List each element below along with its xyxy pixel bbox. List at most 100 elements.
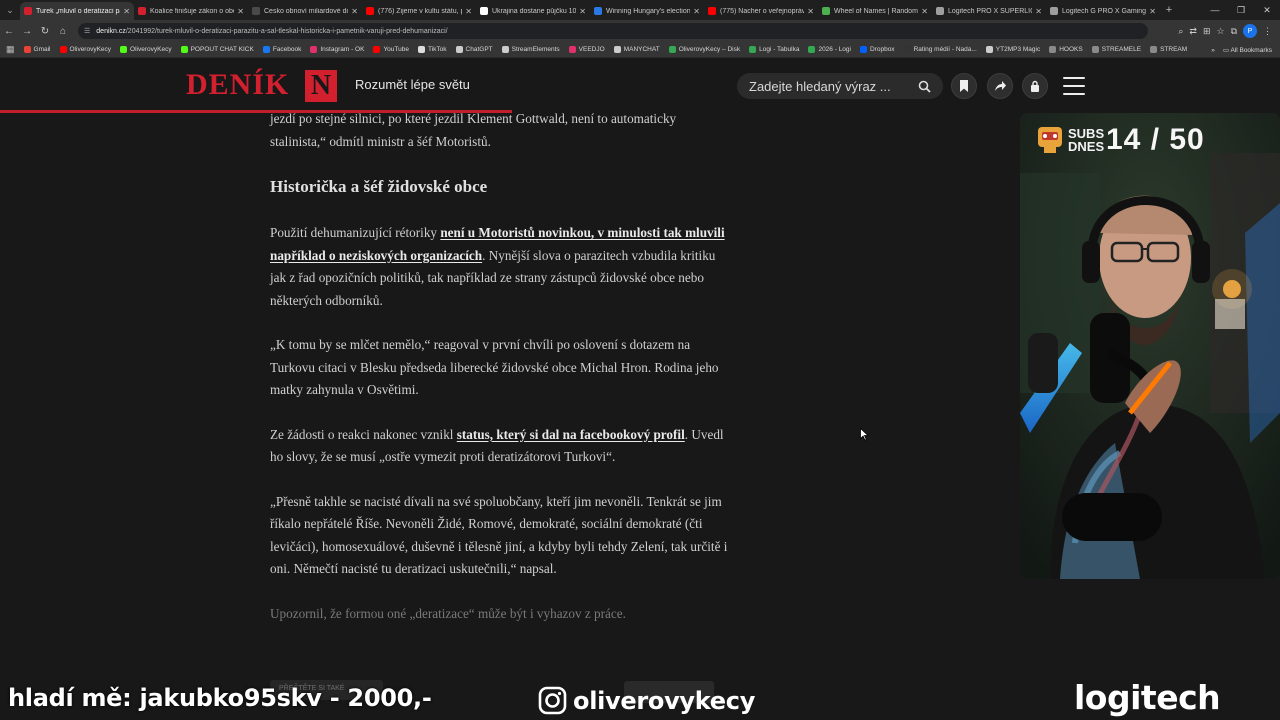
bookmark-item[interactable]: OliverovyKecy – Disk (668, 46, 740, 53)
url-domain: denikn.cz (96, 27, 126, 35)
tab-favicon-icon (252, 7, 260, 15)
tab-close-icon[interactable]: ✕ (693, 7, 700, 16)
bookmark-item[interactable]: Gmail (23, 46, 51, 53)
account-button[interactable] (1022, 73, 1048, 99)
tab-close-icon[interactable]: ✕ (123, 7, 130, 16)
more-bookmarks-icon[interactable]: » (1211, 47, 1215, 54)
install-icon[interactable]: ⊞ (1203, 26, 1211, 37)
bookmark-favicon-icon (120, 46, 128, 53)
bookmark-item[interactable]: HOOKS (1049, 46, 1083, 53)
site-search-field[interactable]: Zadejte hledaný výraz ... (737, 73, 943, 99)
bookmark-item[interactable]: ChatGPT (455, 46, 493, 53)
site-logo-n[interactable]: N (305, 70, 337, 102)
bookmark-item[interactable]: YT2MP3 Magic (985, 46, 1040, 53)
bookmark-item[interactable]: Rating médií - Nada... (903, 46, 977, 53)
forward-icon[interactable]: → (18, 26, 36, 37)
tab-title: (776) Žijeme v kultu státu, po (378, 7, 463, 15)
profile-avatar[interactable]: P (1243, 24, 1257, 38)
translate-icon[interactable]: ⇄ (1189, 26, 1197, 37)
browser-tab[interactable]: Winning Hungary's election h ✕ (590, 2, 704, 20)
url-path: /2041992/turek-mluvil-o-deratizaci-paraz… (125, 27, 448, 35)
bookmark-favicon-icon (455, 46, 463, 53)
bookmark-item[interactable]: YouTube (373, 46, 409, 53)
tab-close-icon[interactable]: ✕ (465, 7, 472, 16)
reload-icon[interactable]: ↻ (36, 26, 54, 37)
hamburger-menu-icon[interactable] (1063, 77, 1085, 95)
browser-tab[interactable]: Koalice finišuje zákon o obec ✕ (134, 2, 248, 20)
tab-close-icon[interactable]: ✕ (351, 7, 358, 16)
bookmark-item[interactable]: STREAMELE (1091, 46, 1141, 53)
browser-tab[interactable]: Logitech G PRO X Gaming He✕ (1046, 2, 1160, 20)
bookmark-item[interactable]: Logi - Tabulka (749, 46, 799, 53)
bookmark-star-icon[interactable]: ☆ (1216, 26, 1224, 37)
bookmarks-bar-right: » ▭ All Bookmarks (1211, 42, 1272, 58)
maximize-icon[interactable]: ❐ (1228, 0, 1254, 20)
tab-search-icon[interactable]: ⌄ (0, 0, 20, 20)
bookmark-label: Instagram - OK (320, 46, 365, 53)
tab-favicon-icon (822, 7, 830, 15)
paragraph-3-link[interactable]: status, který si dal na facebookový prof… (457, 427, 685, 442)
tab-close-icon[interactable]: ✕ (921, 7, 928, 16)
section-heading: Historička a šéf židovské obce (270, 177, 488, 196)
search-icon[interactable] (918, 80, 931, 93)
sponsor-logo: logitech (1074, 678, 1221, 717)
browser-tab[interactable]: (776) Žijeme v kultu státu, po ✕ (362, 2, 476, 20)
tab-close-icon[interactable]: ✕ (237, 7, 244, 16)
mouse-cursor-icon (860, 428, 869, 441)
lock-icon (1031, 80, 1039, 92)
bookmark-item[interactable]: OliverovyKecy (120, 46, 172, 53)
browser-menu-icon[interactable]: ⋮ (1263, 26, 1272, 37)
browser-tab[interactable]: Logitech PRO X SUPERLIGHT✕ (932, 2, 1046, 20)
share-button[interactable] (987, 73, 1013, 99)
stream-bottom-bar: hladí mě: jakubko95skv - 2000,- oliverov… (0, 676, 1280, 720)
search-placeholder: Zadejte hledaný výraz ... (749, 78, 891, 94)
tab-close-icon[interactable]: ✕ (579, 7, 586, 16)
bookmark-favicon-icon (262, 46, 270, 53)
browser-tab[interactable]: Ukrajina dostane půjčku 105 r ✕ (476, 2, 590, 20)
tab-close-icon[interactable]: ✕ (1035, 7, 1042, 16)
home-icon[interactable]: ⌂ (54, 26, 72, 37)
bookmark-item[interactable]: StreamElements (501, 46, 560, 53)
bookmark-item[interactable]: TikTok (417, 46, 447, 53)
new-tab-icon[interactable]: + (1160, 4, 1178, 16)
address-bar[interactable]: ☰ denikn.cz/2041992/turek-mluvil-o-derat… (78, 23, 1148, 39)
bookmark-item[interactable]: OliverovyKecy (59, 46, 111, 53)
minimize-icon[interactable]: — (1202, 0, 1228, 20)
zoom-icon[interactable]: ⌕ (1178, 26, 1183, 37)
bookmark-favicon-icon (1049, 46, 1057, 53)
site-header: DENÍK N Rozumět lépe světu Zadejte hleda… (0, 58, 1280, 112)
browser-tab[interactable]: (775) Nacher o veřejnoprávní ✕ (704, 2, 818, 20)
bookmark-item[interactable]: VEEDJO (568, 46, 605, 53)
browser-tab[interactable]: Česko obnoví miliardové dota ✕ (248, 2, 362, 20)
bookmark-item[interactable]: Facebook (262, 46, 301, 53)
close-window-icon[interactable]: ✕ (1254, 0, 1280, 20)
browser-tab-strip: ⌄ Turek „mluvil o deratizaci para ✕ Koalic… (0, 0, 1280, 20)
back-icon[interactable]: ← (0, 26, 18, 37)
bookmark-favicon-icon (310, 46, 318, 53)
saved-articles-button[interactable] (951, 73, 977, 99)
bookmark-item[interactable]: Instagram - OK (310, 46, 364, 53)
browser-tab[interactable]: Turek „mluvil o deratizaci para ✕ (20, 2, 134, 20)
tab-close-icon[interactable]: ✕ (807, 7, 814, 16)
site-logo[interactable]: DENÍK (186, 68, 289, 102)
bookmark-label: TikTok (427, 46, 447, 53)
bookmark-item[interactable]: POPOUT CHAT KICK (180, 46, 254, 53)
bookmark-item[interactable]: 2026 - Logi (808, 46, 851, 53)
bookmark-item[interactable]: Dropbox (859, 46, 895, 53)
browser-tab[interactable]: Wheel of Names | Random na ✕ (818, 2, 932, 20)
site-info-icon[interactable]: ☰ (84, 27, 90, 35)
bookmark-favicon-icon (985, 46, 993, 53)
bookmark-item[interactable]: STREAM (1150, 46, 1187, 53)
all-bookmarks[interactable]: ▭ All Bookmarks (1223, 46, 1272, 54)
extensions-icon[interactable]: ⧉ (1231, 26, 1237, 37)
bookmark-item[interactable]: MANYCHAT (613, 46, 660, 53)
bookmark-favicon-icon (903, 46, 911, 53)
apps-icon[interactable]: ▦ (6, 44, 15, 55)
bookmark-icon (960, 80, 968, 92)
tab-close-icon[interactable]: ✕ (1149, 7, 1156, 16)
bookmark-label: Dropbox (869, 46, 895, 53)
paragraph-3-text-a: Ze žádosti o reakci nakonec vznikl (270, 426, 457, 442)
bookmark-favicon-icon (613, 46, 621, 53)
webcam-overlay: SUBS DNES 14 / 50 (1020, 113, 1280, 579)
site-tagline: Rozumět lépe světu (355, 77, 470, 92)
